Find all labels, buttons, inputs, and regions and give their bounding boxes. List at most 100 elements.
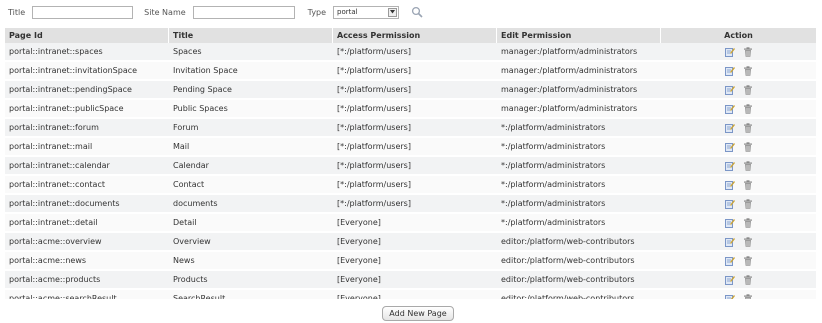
edit-icon[interactable] (724, 85, 735, 95)
delete-icon[interactable] (743, 255, 753, 266)
title-cell: Pending Space (169, 81, 333, 100)
page-id-cell: portal::intranet::mail (5, 138, 169, 157)
page-id-cell: portal::acme::overview (5, 233, 169, 252)
delete-icon[interactable] (743, 46, 753, 57)
access-permission-cell: [*:/platform/users] (333, 176, 497, 195)
table-row[interactable]: portal::intranet::calendar Calendar [*:/pl… (5, 157, 816, 176)
page-id-cell: portal::intranet::calendar (5, 157, 169, 176)
title-cell: SearchResult (169, 290, 333, 299)
action-cell (661, 271, 816, 290)
table-row[interactable]: portal::intranet::pendingSpace Pending Sp… (5, 81, 816, 100)
edit-icon[interactable] (724, 256, 735, 266)
action-cell (661, 233, 816, 252)
table-row[interactable]: portal::intranet::forum Forum [*:/platform… (5, 119, 816, 138)
table-row[interactable]: portal::intranet::contact Contact [*:/plat… (5, 176, 816, 195)
title-cell: Invitation Space (169, 62, 333, 81)
action-cell (661, 100, 816, 119)
action-cell (661, 214, 816, 233)
edit-icon[interactable] (724, 199, 735, 209)
delete-icon[interactable] (743, 236, 753, 247)
page-id-cell: portal::intranet::invitationSpace (5, 62, 169, 81)
edit-icon[interactable] (724, 123, 735, 133)
delete-icon[interactable] (743, 179, 753, 190)
title-cell: Detail (169, 214, 333, 233)
table-row[interactable]: portal::intranet::documents documents [*:/… (5, 195, 816, 214)
edit-permission-cell: editor:/platform/web-contributors (497, 271, 661, 290)
column-header-page-id[interactable]: Page Id (5, 28, 169, 43)
type-select[interactable]: portal (333, 5, 400, 19)
page-id-cell: portal::intranet::documents (5, 195, 169, 214)
title-cell: Products (169, 271, 333, 290)
delete-icon[interactable] (743, 65, 753, 76)
site-name-filter-label: Site Name (144, 7, 186, 17)
table-row[interactable]: portal::intranet::publicSpace Public Spac… (5, 100, 816, 119)
edit-permission-cell: editor:/platform/web-contributors (497, 290, 661, 299)
edit-permission-cell: *:/platform/administrators (497, 119, 661, 138)
delete-icon[interactable] (743, 198, 753, 209)
edit-permission-cell: *:/platform/administrators (497, 138, 661, 157)
title-cell: Calendar (169, 157, 333, 176)
edit-permission-cell: manager:/platform/administrators (497, 100, 661, 119)
table-row[interactable]: portal::acme::searchResult SearchResult [E… (5, 290, 816, 299)
title-cell: Overview (169, 233, 333, 252)
add-new-page-button[interactable]: Add New Page (382, 306, 454, 321)
title-filter-label: Title (8, 7, 26, 17)
edit-icon[interactable] (724, 66, 735, 76)
action-cell (661, 43, 816, 62)
edit-icon[interactable] (724, 104, 735, 114)
delete-icon[interactable] (743, 274, 753, 285)
type-select-value: portal (337, 8, 358, 16)
column-header-access-permission[interactable]: Access Permission (333, 28, 497, 43)
page-id-cell: portal::intranet::forum (5, 119, 169, 138)
edit-permission-cell: manager:/platform/administrators (497, 43, 661, 62)
delete-icon[interactable] (743, 141, 753, 152)
action-cell (661, 81, 816, 100)
edit-icon[interactable] (724, 142, 735, 152)
table-row[interactable]: portal::intranet::spaces Spaces [*:/platfo… (5, 43, 816, 62)
access-permission-cell: [Everyone] (333, 233, 497, 252)
edit-icon[interactable] (724, 47, 735, 57)
access-permission-cell: [*:/platform/users] (333, 138, 497, 157)
site-name-filter-input[interactable] (192, 5, 295, 19)
action-cell (661, 119, 816, 138)
title-cell: documents (169, 195, 333, 214)
page-id-cell: portal::acme::products (5, 271, 169, 290)
page-id-cell: portal::intranet::spaces (5, 43, 169, 62)
chevron-down-icon[interactable] (388, 7, 398, 17)
table-row[interactable]: portal::intranet::detail Detail [Everyone]… (5, 214, 816, 233)
edit-icon[interactable] (724, 275, 735, 285)
column-header-title[interactable]: Title (169, 28, 333, 43)
access-permission-cell: [Everyone] (333, 290, 497, 299)
table-row[interactable]: portal::intranet::mail Mail [*:/platform/u… (5, 138, 816, 157)
action-cell (661, 176, 816, 195)
action-cell (661, 62, 816, 81)
delete-icon[interactable] (743, 122, 753, 133)
edit-icon[interactable] (724, 237, 735, 247)
delete-icon[interactable] (743, 293, 753, 299)
delete-icon[interactable] (743, 84, 753, 95)
edit-icon[interactable] (724, 161, 735, 171)
type-filter-label: Type (307, 7, 327, 17)
delete-icon[interactable] (743, 103, 753, 114)
action-cell (661, 290, 816, 299)
edit-icon[interactable] (724, 180, 735, 190)
access-permission-cell: [Everyone] (333, 214, 497, 233)
table-row[interactable]: portal::acme::news News [Everyone] editor:/… (5, 252, 816, 271)
table-header-row: Page Id Title Access Permission Edit Per… (5, 28, 816, 43)
edit-icon[interactable] (724, 294, 735, 299)
access-permission-cell: [*:/platform/users] (333, 62, 497, 81)
edit-icon[interactable] (724, 218, 735, 228)
title-filter-input[interactable] (32, 5, 134, 19)
table-body: portal::intranet::spaces Spaces [*:/platfo… (5, 43, 816, 299)
title-cell: Spaces (169, 43, 333, 62)
column-header-edit-permission[interactable]: Edit Permission (497, 28, 661, 43)
edit-permission-cell: *:/platform/administrators (497, 195, 661, 214)
table-row[interactable]: portal::acme::overview Overview [Everyone]… (5, 233, 816, 252)
delete-icon[interactable] (743, 160, 753, 171)
delete-icon[interactable] (743, 217, 753, 228)
access-permission-cell: [Everyone] (333, 271, 497, 290)
table-row[interactable]: portal::acme::products Products [Everyone]… (5, 271, 816, 290)
table-row[interactable]: portal::intranet::invitationSpace Invitat… (5, 62, 816, 81)
search-icon[interactable] (411, 6, 424, 19)
access-permission-cell: [*:/platform/users] (333, 81, 497, 100)
